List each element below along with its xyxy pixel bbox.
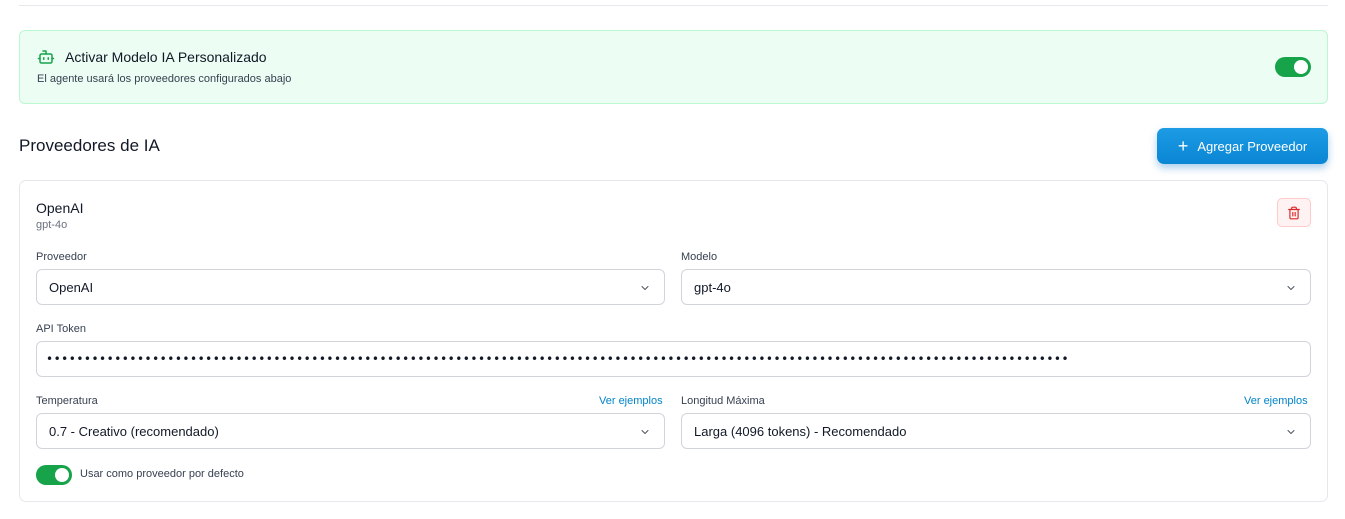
temperature-select-value: 0.7 - Creativo (recomendado) bbox=[49, 423, 219, 439]
model-select-value: gpt-4o bbox=[694, 279, 731, 295]
add-provider-button[interactable]: + Agregar Proveedor bbox=[1157, 128, 1328, 164]
max-length-select-value: Larga (4096 tokens) - Recomendado bbox=[694, 423, 907, 439]
delete-provider-button[interactable] bbox=[1277, 198, 1311, 227]
provider-card-model: gpt-4o bbox=[36, 219, 68, 231]
default-provider-toggle[interactable] bbox=[36, 465, 72, 485]
temperature-select[interactable]: 0.7 - Creativo (recomendado) bbox=[36, 413, 665, 449]
api-token-label: API Token bbox=[36, 323, 86, 335]
model-label: Modelo bbox=[681, 251, 718, 263]
enable-custom-model-toggle[interactable] bbox=[1275, 57, 1311, 77]
default-provider-label: Usar como proveedor por defecto bbox=[80, 468, 244, 480]
section-title: Proveedores de IA bbox=[19, 136, 160, 155]
banner-title: Activar Modelo IA Personalizado bbox=[65, 49, 267, 65]
top-divider bbox=[19, 5, 1328, 6]
chevron-down-icon bbox=[641, 286, 649, 290]
api-token-input[interactable] bbox=[36, 341, 1311, 377]
provider-card-name: OpenAI bbox=[36, 200, 84, 216]
max-length-label: Longitud Máxima bbox=[681, 395, 765, 407]
provider-label: Proveedor bbox=[36, 251, 87, 263]
custom-ai-model-banner: Activar Modelo IA Personalizado El agent… bbox=[19, 30, 1328, 104]
robot-icon bbox=[37, 50, 55, 64]
chevron-down-icon bbox=[1287, 286, 1295, 290]
provider-select-value: OpenAI bbox=[49, 279, 94, 295]
toggle-knob bbox=[1294, 60, 1308, 74]
chevron-down-icon bbox=[1287, 430, 1295, 434]
temperature-label: Temperatura bbox=[36, 395, 98, 407]
provider-select[interactable]: OpenAI bbox=[36, 269, 665, 305]
trash-icon bbox=[1288, 206, 1300, 219]
max-length-examples-link[interactable]: Ver ejemplos bbox=[1244, 395, 1308, 407]
chevron-down-icon bbox=[641, 430, 649, 434]
plus-icon: + bbox=[1177, 136, 1189, 156]
temperature-examples-link[interactable]: Ver ejemplos bbox=[599, 395, 663, 407]
model-select[interactable]: gpt-4o bbox=[681, 269, 1311, 305]
add-provider-label: Agregar Proveedor bbox=[1197, 138, 1308, 154]
max-length-select[interactable]: Larga (4096 tokens) - Recomendado bbox=[681, 413, 1311, 449]
provider-card: OpenAI gpt-4o Proveedor OpenAI Modelo gp… bbox=[19, 180, 1328, 502]
toggle-knob bbox=[55, 468, 69, 482]
banner-subtitle: El agente usará los proveedores configur… bbox=[37, 73, 292, 85]
